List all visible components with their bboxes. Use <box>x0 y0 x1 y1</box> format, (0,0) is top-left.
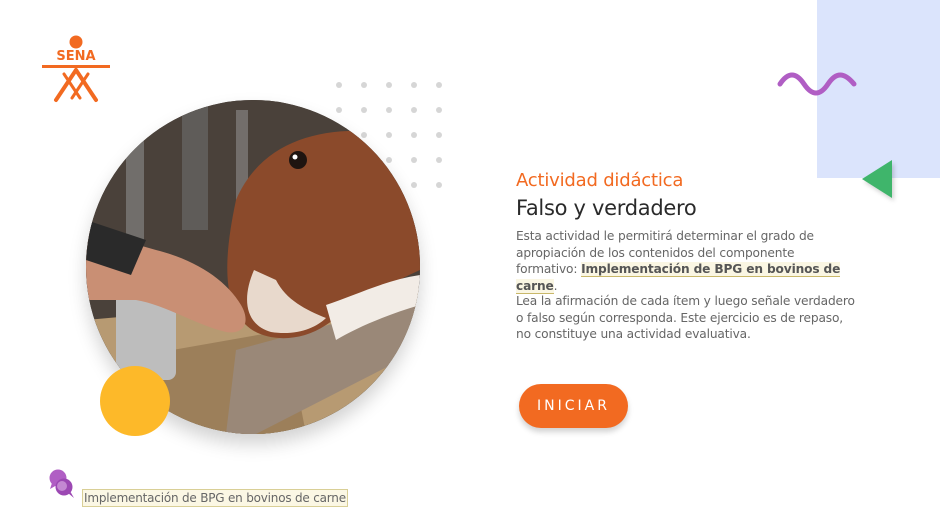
wave-decoration-icon <box>777 72 857 96</box>
activity-pre-title: Actividad didáctica <box>516 170 684 191</box>
description-suffix: . <box>553 278 558 293</box>
yellow-circle-decoration <box>100 366 170 436</box>
start-button[interactable]: INICIAR <box>519 384 628 428</box>
activity-description: Esta actividad le permitirá determinar e… <box>516 228 856 294</box>
activity-title: Falso y verdadero <box>516 196 697 220</box>
chat-bubbles-icon <box>49 469 74 498</box>
logo-text: SENA <box>56 49 95 64</box>
triangle-decoration-icon <box>862 160 892 198</box>
activity-instructions: Lea la afirmación de cada ítem y luego s… <box>516 294 855 341</box>
sena-logo-icon: SENA <box>42 35 110 102</box>
footer-component-label[interactable]: Implementación de BPG en bovinos de carn… <box>82 489 348 507</box>
